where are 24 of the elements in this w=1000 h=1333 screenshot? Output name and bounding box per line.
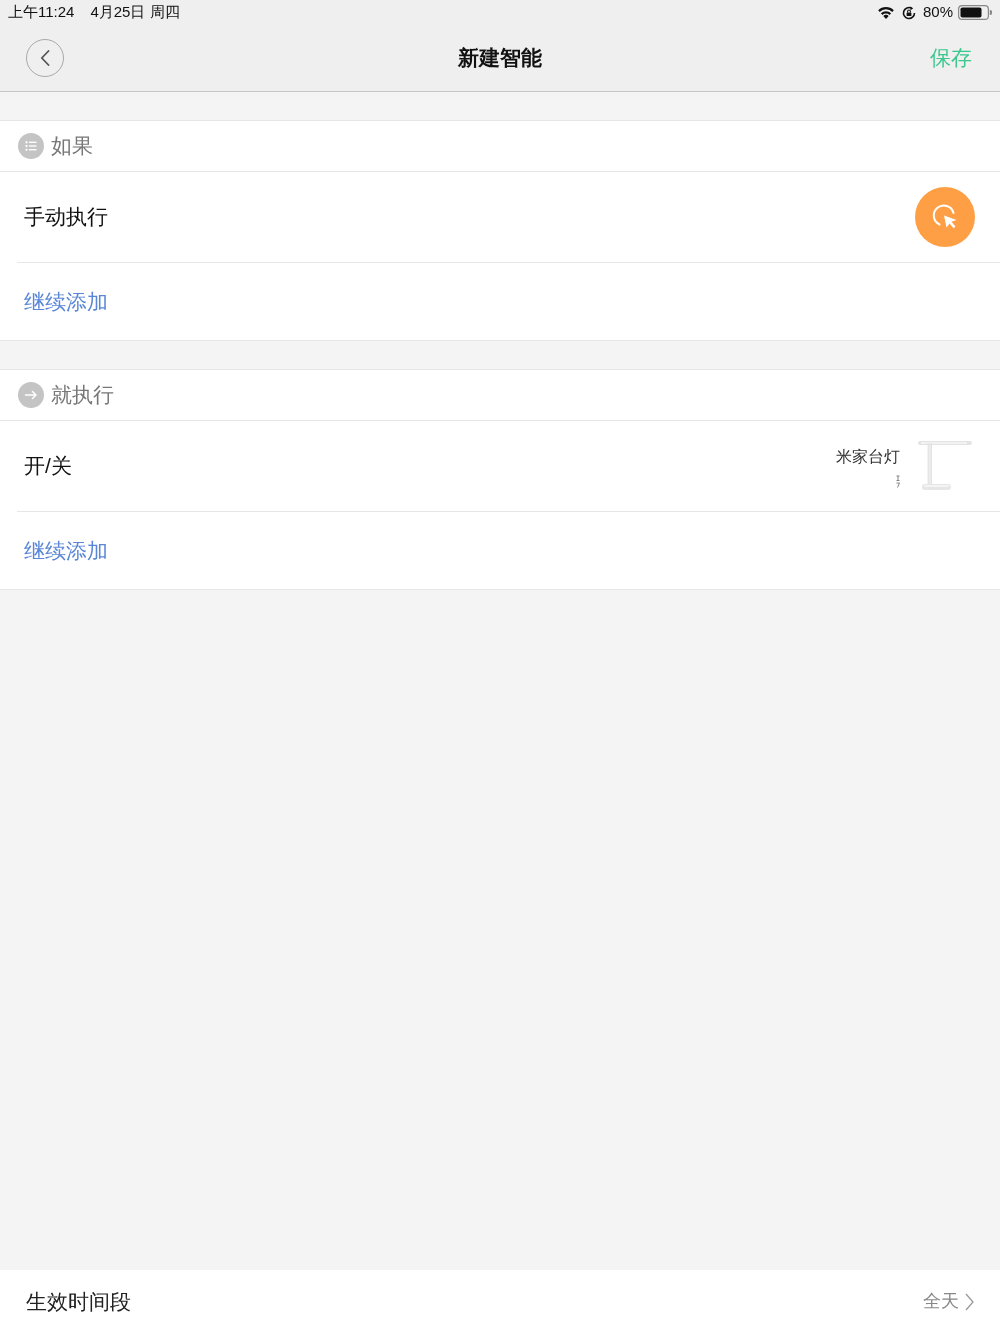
- chevron-right-icon: [965, 1292, 974, 1311]
- section-header: 如果: [51, 133, 93, 160]
- rule-item[interactable]: 开/关: [24, 450, 72, 482]
- wifi-icon: [876, 6, 895, 19]
- small-mark-icon: [896, 474, 900, 488]
- rule-item[interactable]: 手动执行: [24, 201, 108, 233]
- status-date: 4月25日 周四: [90, 2, 180, 23]
- status-time: 上午11:24: [8, 2, 75, 23]
- list-icon: [18, 133, 44, 159]
- back-chevron-icon: [40, 50, 50, 66]
- section-header: 就执行: [51, 382, 114, 409]
- add-more-link[interactable]: 继续添加: [24, 285, 108, 318]
- battery-icon: [958, 5, 992, 20]
- rotation-lock-icon: [901, 5, 916, 20]
- page-title: 新建智能: [458, 46, 542, 70]
- time-period-label: 生效时间段: [26, 1288, 131, 1315]
- desk-lamp-icon: [918, 441, 972, 491]
- time-period-value[interactable]: 全天: [923, 1288, 959, 1315]
- add-more-link[interactable]: 继续添加: [24, 534, 108, 567]
- save-button[interactable]: 保存: [930, 42, 972, 74]
- tap-cursor-icon: [915, 187, 975, 247]
- device-name: 米家台灯: [836, 446, 900, 467]
- arrow-right-icon: [18, 382, 44, 408]
- battery-percent: 80%: [922, 2, 953, 23]
